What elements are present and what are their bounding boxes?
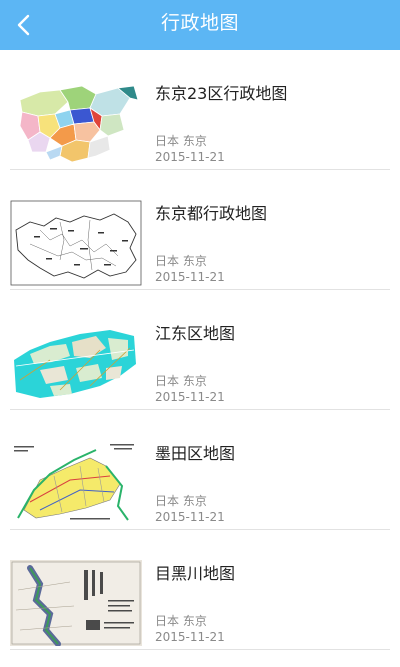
map-date: 2015-11-21 (155, 630, 225, 644)
map-list-item[interactable]: 东京23区行政地图 日本 东京 2015-11-21 (0, 50, 400, 170)
map-title: 墨田区地图 (155, 444, 236, 463)
map-title: 目黑川地图 (155, 564, 236, 583)
map-date: 2015-11-21 (155, 270, 225, 284)
map-thumbnail-meguro-river (10, 560, 142, 646)
map-thumbnail-tokyo-23-wards (10, 80, 142, 166)
map-location: 日本 东京 (155, 614, 207, 628)
map-date: 2015-11-21 (155, 390, 225, 404)
map-list-item[interactable]: 江东区地图 日本 东京 2015-11-21 (0, 290, 400, 410)
map-thumbnail-koto-ward (10, 320, 142, 406)
map-list-item[interactable]: 墨田区地图 日本 东京 2015-11-21 (0, 410, 400, 530)
map-date: 2015-11-21 (155, 510, 225, 524)
map-location: 日本 东京 (155, 134, 207, 148)
map-list-item[interactable]: 目黑川地图 日本 东京 2015-11-21 (0, 530, 400, 650)
map-title: 东京23区行政地图 (155, 84, 288, 103)
map-title: 东京都行政地图 (155, 204, 268, 223)
map-location: 日本 东京 (155, 254, 207, 268)
map-location: 日本 东京 (155, 494, 207, 508)
map-location: 日本 东京 (155, 374, 207, 388)
page-title: 行政地图 (160, 12, 239, 34)
map-list: 东京23区行政地图 日本 东京 2015-11-21 东京都行政地图 日本 东京… (0, 50, 400, 667)
map-thumbnail-tokyo-metropolis (10, 200, 142, 286)
map-list-item[interactable]: 东京都行政地图 日本 东京 2015-11-21 (0, 170, 400, 290)
map-thumbnail-sumida-ward (10, 440, 142, 526)
top-app-bar: 行政地图 (0, 0, 400, 50)
map-title: 江东区地图 (155, 324, 236, 343)
map-date: 2015-11-21 (155, 150, 225, 164)
